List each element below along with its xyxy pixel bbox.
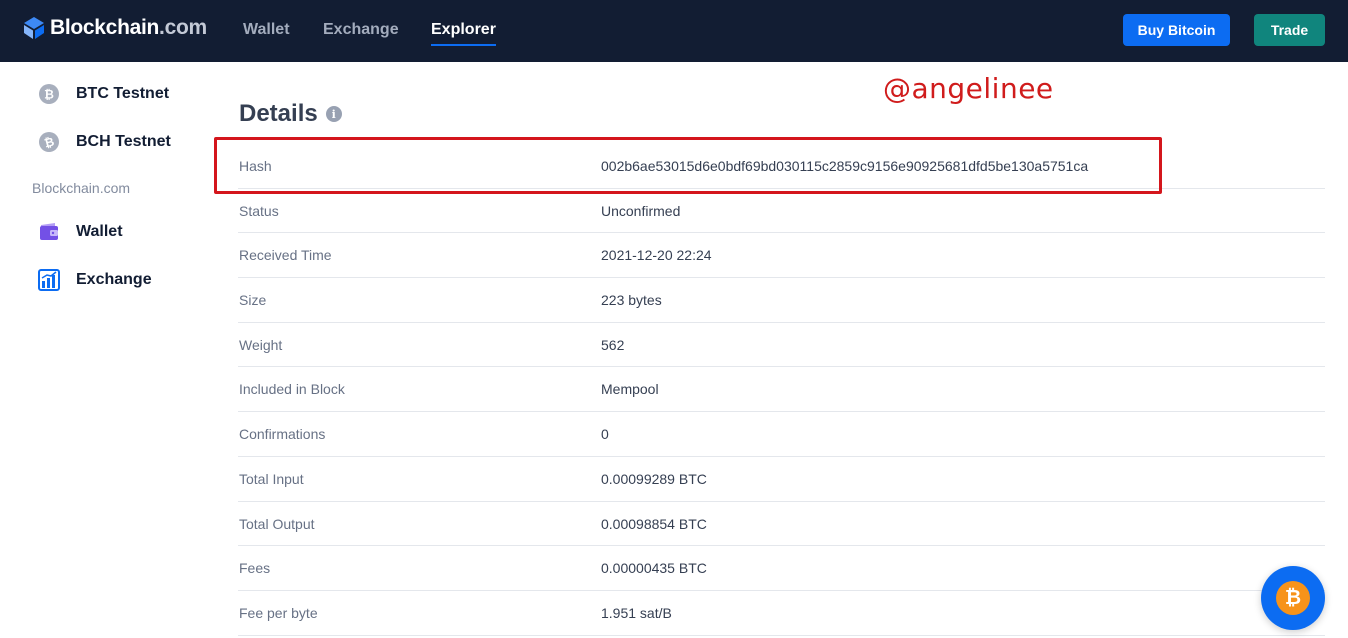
sidebar-item-label: Exchange (76, 271, 152, 288)
brand-logo-link[interactable]: Blockchain.com (24, 16, 207, 40)
sidebar-item-exchange[interactable]: Exchange (38, 269, 152, 291)
bitcoin-icon: ₿ (39, 84, 59, 104)
sidebar-section-label: Blockchain.com (32, 180, 131, 196)
details-table: Hash 002b6ae53015d6e0bdf69bd030115c2859c… (238, 144, 1325, 636)
row-key: Confirmations (239, 426, 326, 443)
table-row-hash: Hash 002b6ae53015d6e0bdf69bd030115c2859c… (238, 144, 1325, 189)
row-value: 0 (601, 426, 609, 443)
brand-name: Blockchain.com (50, 16, 207, 39)
top-navigation-bar: Blockchain.com Wallet Exchange Explorer … (0, 0, 1348, 62)
page-title-text: Details (239, 100, 318, 127)
row-value: Mempool (601, 381, 659, 398)
table-row-fee-per-byte: Fee per byte 1.951 sat/B (238, 591, 1325, 636)
row-key: Fees (239, 560, 271, 577)
sidebar-item-label: Wallet (76, 223, 123, 240)
row-key: Size (239, 292, 267, 309)
page-title: Details i (239, 100, 342, 128)
table-row-total-input: Total Input 0.00099289 BTC (238, 457, 1325, 502)
bitcoin-fab-button[interactable]: ₿ (1261, 566, 1325, 630)
buy-bitcoin-button[interactable]: Buy Bitcoin (1123, 14, 1230, 46)
bitcoin-icon: ₿ (1276, 581, 1310, 615)
table-row-total-output: Total Output 0.00098854 BTC (238, 502, 1325, 547)
table-row-fees: Fees 0.00000435 BTC (238, 546, 1325, 591)
row-value: 2021-12-20 22:24 (601, 247, 712, 264)
sidebar-item-bch-testnet[interactable]: ₿ BCH Testnet (38, 131, 171, 153)
row-key: Total Input (239, 470, 304, 487)
row-key: Hash (239, 158, 272, 174)
row-key: Received Time (239, 247, 332, 264)
row-key: Total Output (239, 515, 315, 532)
bitcoin-cash-icon: ₿ (39, 132, 59, 152)
row-key: Included in Block (239, 381, 345, 398)
sidebar-item-wallet[interactable]: Wallet (38, 221, 123, 243)
blockchain-logo-icon (24, 17, 44, 39)
row-value: 562 (601, 336, 625, 353)
row-value: Unconfirmed (601, 202, 681, 219)
info-icon[interactable]: i (325, 106, 342, 122)
sidebar-item-label: BTC Testnet (76, 85, 170, 102)
table-row-weight: Weight 562 (238, 323, 1325, 368)
row-key: Fee per byte (239, 604, 318, 621)
table-row-included-in-block: Included in Block Mempool (238, 367, 1325, 413)
watermark-text: @angelinee (883, 72, 1054, 105)
table-row-status: Status Unconfirmed (238, 189, 1325, 234)
table-row-confirmations: Confirmations 0 (238, 412, 1325, 457)
trade-button[interactable]: Trade (1254, 14, 1325, 46)
table-row-size: Size 223 bytes (238, 278, 1325, 323)
row-key: Weight (239, 336, 283, 353)
row-value: 0.00000435 BTC (601, 560, 707, 577)
svg-text:₿: ₿ (44, 88, 54, 102)
sidebar-item-label: BCH Testnet (76, 133, 171, 150)
exchange-chart-icon (38, 269, 60, 291)
row-value[interactable]: 002b6ae53015d6e0bdf69bd030115c2859c9156e… (601, 158, 1088, 174)
table-row-received-time: Received Time 2021-12-20 22:24 (238, 233, 1325, 279)
row-value: 1.951 sat/B (601, 604, 672, 621)
row-key: Status (239, 202, 279, 219)
nav-wallet[interactable]: Wallet (243, 21, 290, 39)
nav-active-underline (431, 44, 496, 46)
row-value: 223 bytes (601, 292, 662, 309)
nav-explorer[interactable]: Explorer (431, 21, 496, 39)
nav-exchange[interactable]: Exchange (323, 21, 399, 39)
wallet-icon (40, 223, 58, 240)
sidebar-item-btc-testnet[interactable]: ₿ BTC Testnet (38, 83, 169, 105)
row-value: 0.00099289 BTC (601, 470, 707, 487)
row-value: 0.00098854 BTC (601, 515, 707, 532)
